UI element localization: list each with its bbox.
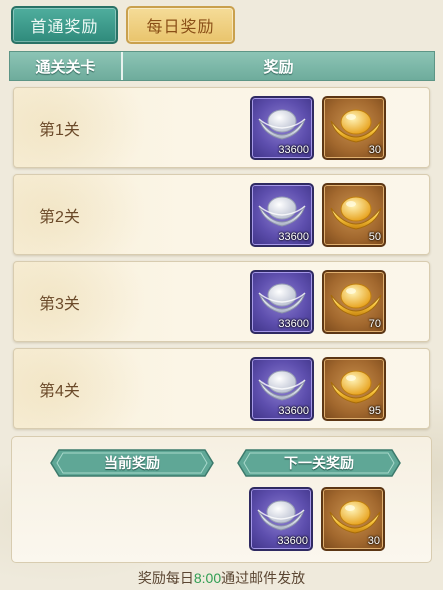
gold-reward-slot[interactable]: 30 <box>322 96 386 160</box>
tab-first-clear-reward[interactable]: 首通奖励 <box>11 6 118 44</box>
silver-quantity: 33600 <box>277 535 308 547</box>
gold-quantity: 30 <box>368 144 381 156</box>
silver-quantity: 33600 <box>278 231 309 243</box>
stage-label: 第1关 <box>39 121 80 139</box>
current-reward-button[interactable]: 当前奖励 <box>49 448 215 478</box>
silver-reward-slot[interactable]: 33600 <box>250 96 314 160</box>
header-reward: 奖励 <box>263 58 294 76</box>
gold-quantity: 95 <box>368 405 381 417</box>
footer-suffix: 通过邮件发放 <box>221 570 306 586</box>
silver-ingot-icon <box>258 196 306 227</box>
silver-reward-slot[interactable]: 33600 <box>250 270 314 334</box>
gold-reward-slot[interactable]: 95 <box>322 357 386 421</box>
silver-quantity: 33600 <box>278 405 309 417</box>
silver-ingot-icon <box>258 283 306 314</box>
gold-reward-slot[interactable]: 30 <box>321 487 385 551</box>
header-stage: 通关关卡 <box>10 52 123 80</box>
gold-quantity: 70 <box>368 318 381 330</box>
silver-quantity: 33600 <box>278 144 309 156</box>
stage-row: 第1关 33600 30 <box>13 87 430 168</box>
gold-ingot-icon <box>329 500 381 534</box>
gold-reward-slot[interactable]: 50 <box>322 183 386 247</box>
next-level-reward-button[interactable]: 下一关奖励 <box>236 448 402 478</box>
gold-ingot-icon <box>330 283 382 317</box>
next-level-reward-label: 下一关奖励 <box>284 455 354 471</box>
gold-ingot-icon <box>330 109 382 143</box>
gold-ingot-icon <box>330 370 382 404</box>
stage-row: 第2关 33600 50 <box>13 174 430 255</box>
silver-reward-slot[interactable]: 33600 <box>250 357 314 421</box>
gold-quantity: 30 <box>367 535 380 547</box>
stage-label: 第4关 <box>39 382 80 400</box>
stage-label: 第2关 <box>39 208 80 226</box>
gold-quantity: 50 <box>368 231 381 243</box>
gold-ingot-icon <box>330 196 382 230</box>
footer-prefix: 奖励每日 <box>137 570 194 586</box>
stage-label: 第3关 <box>39 295 80 313</box>
gold-reward-slot[interactable]: 70 <box>322 270 386 334</box>
silver-ingot-icon <box>258 109 306 140</box>
reward-table-header: 通关关卡 奖励 <box>9 51 435 81</box>
silver-quantity: 33600 <box>278 318 309 330</box>
current-reward-label: 当前奖励 <box>104 455 160 471</box>
silver-reward-slot[interactable]: 33600 <box>249 487 313 551</box>
stage-row: 第3关 33600 70 <box>13 261 430 342</box>
footer-time: 8:00 <box>193 570 222 586</box>
tab-daily-reward[interactable]: 每日奖励 <box>126 6 235 44</box>
mail-delivery-note: 奖励每日8:00通过邮件发放 <box>0 568 443 588</box>
silver-reward-slot[interactable]: 33600 <box>250 183 314 247</box>
stage-row: 第4关 33600 95 <box>13 348 430 429</box>
silver-ingot-icon <box>258 370 306 401</box>
silver-ingot-icon <box>257 500 305 531</box>
